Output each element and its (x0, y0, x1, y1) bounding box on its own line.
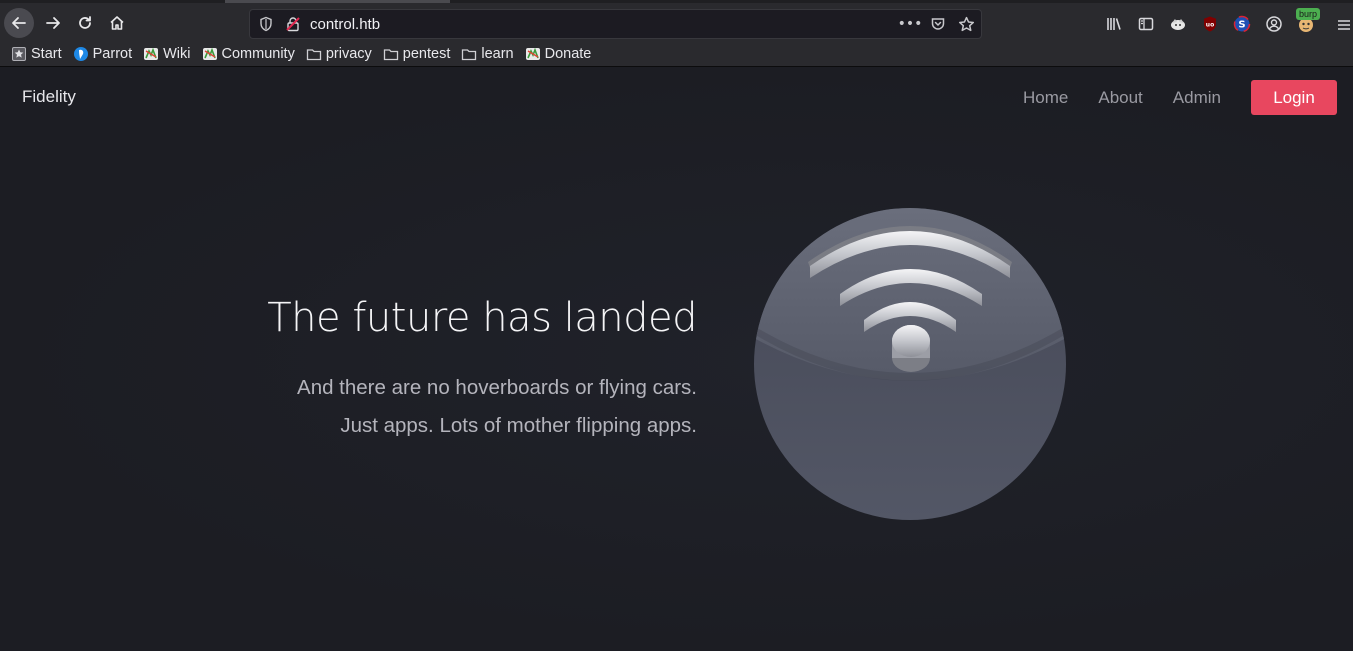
hero-subtitle-line-1: And there are no hoverboards or flying c… (297, 376, 697, 399)
star-page-icon (11, 46, 27, 62)
parrot-community-icon (202, 46, 218, 62)
bookmark-label: privacy (325, 46, 372, 62)
page-actions-icon[interactable]: ••• (898, 15, 923, 33)
burp-badge: burp (1296, 8, 1321, 20)
site-brand[interactable]: Fidelity (22, 87, 76, 107)
bookmark-star-icon[interactable] (957, 15, 975, 33)
parrot-wiki-icon (143, 46, 159, 62)
folder-icon (306, 46, 322, 62)
bookmark-label: pentest (402, 46, 451, 62)
home-icon (110, 16, 124, 30)
wappalyzer-icon[interactable]: S (1231, 13, 1253, 35)
hero-title: The future has landed (267, 295, 697, 341)
insecure-lock-icon[interactable] (285, 16, 301, 32)
bookmark-community[interactable]: Community (202, 46, 295, 62)
bookmark-folder-privacy[interactable]: privacy (306, 46, 372, 62)
forward-button[interactable] (38, 8, 68, 38)
nav-link-about[interactable]: About (1098, 88, 1142, 108)
bookmark-label: Community (221, 46, 295, 62)
bookmark-label: Donate (544, 46, 592, 62)
bookmark-label: learn (481, 46, 514, 62)
site-nav: Home About Admin (1008, 81, 1236, 115)
wifi-orb-illustration (754, 208, 1066, 520)
bookmark-wiki[interactable]: Wiki (143, 46, 191, 62)
reload-icon (79, 16, 91, 29)
bookmark-folder-pentest[interactable]: pentest (383, 46, 451, 62)
bookmark-label: Parrot (92, 46, 133, 62)
reload-button[interactable] (70, 8, 100, 38)
bookmark-donate[interactable]: Donate (525, 46, 592, 62)
sidebar-icon[interactable] (1135, 13, 1157, 35)
login-button[interactable]: Login (1251, 80, 1337, 115)
navigation-toolbar: control.htb ••• uo S burp (0, 4, 1353, 42)
nav-link-home[interactable]: Home (1023, 88, 1068, 108)
hero-subtitle-line-2: Just apps. Lots of mother flipping apps. (340, 414, 697, 437)
url-text[interactable]: control.htb (310, 16, 380, 33)
folder-icon (383, 46, 399, 62)
library-icon[interactable] (1103, 13, 1125, 35)
parrot-icon (73, 46, 89, 62)
toolbar-extensions: uo S (1103, 13, 1327, 35)
folder-icon (461, 46, 477, 62)
pocket-icon[interactable] (929, 15, 947, 33)
account-icon[interactable] (1263, 13, 1285, 35)
back-button[interactable] (4, 8, 34, 38)
url-actions: ••• (898, 15, 975, 33)
back-arrow-icon (12, 17, 26, 29)
svg-text:uo: uo (1206, 22, 1214, 29)
active-tab-indicator[interactable] (225, 0, 450, 3)
tab-strip (0, 0, 1353, 3)
hamburger-menu-icon[interactable] (1336, 17, 1352, 33)
bookmark-folder-learn[interactable]: learn (461, 46, 514, 62)
nav-link-admin[interactable]: Admin (1173, 88, 1221, 108)
home-button[interactable] (102, 8, 132, 38)
tracking-shield-icon[interactable] (258, 16, 274, 32)
bookmark-start[interactable]: Start (11, 46, 62, 62)
web-page: Fidelity Home About Admin Login The futu… (0, 67, 1353, 651)
bookmark-label: Wiki (163, 46, 191, 62)
browser-chrome: control.htb ••• uo S burp Start Parrot W… (0, 0, 1353, 67)
foxyproxy-icon[interactable] (1167, 13, 1189, 35)
bookmark-parrot[interactable]: Parrot (73, 46, 133, 62)
ublock-origin-icon[interactable]: uo (1199, 13, 1221, 35)
forward-arrow-icon (46, 17, 60, 29)
hero-subtitle: And there are no hoverboards or flying c… (297, 369, 697, 445)
parrot-donate-icon (525, 46, 541, 62)
svg-text:S: S (1238, 20, 1245, 31)
bookmarks-toolbar: Start Parrot Wiki Community privacy pent… (0, 42, 1353, 66)
bookmark-label: Start (31, 46, 62, 62)
url-bar[interactable]: control.htb ••• (249, 9, 982, 39)
